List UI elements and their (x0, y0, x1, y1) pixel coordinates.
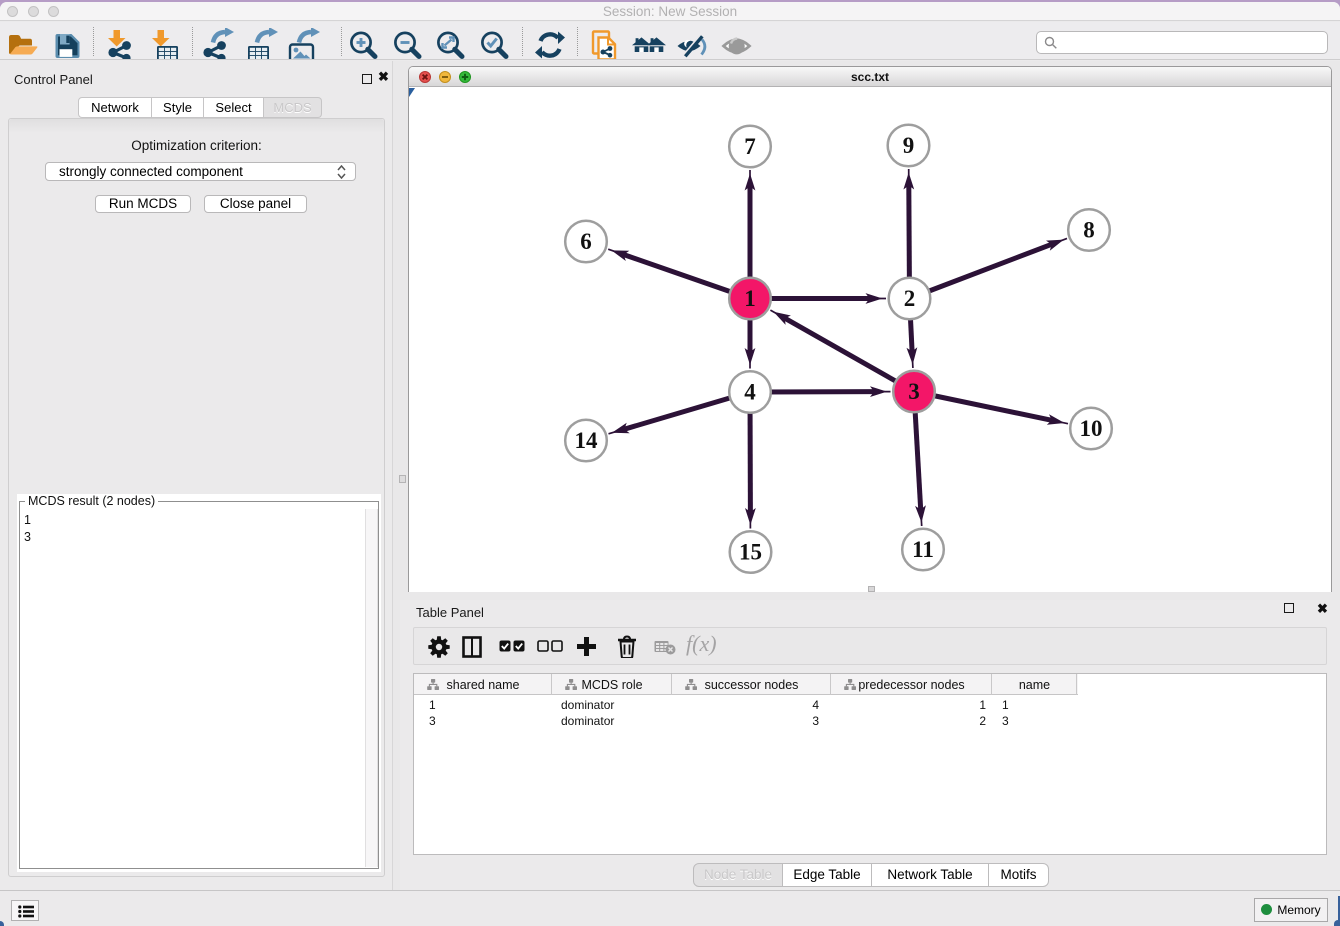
svg-text:4: 4 (744, 380, 756, 405)
svg-text:8: 8 (1083, 218, 1095, 243)
svg-text:9: 9 (903, 133, 915, 158)
svg-text:10: 10 (1080, 416, 1103, 441)
svg-text:1: 1 (744, 286, 756, 311)
svg-text:3: 3 (908, 379, 920, 404)
svg-text:2: 2 (904, 286, 916, 311)
svg-text:14: 14 (575, 428, 599, 453)
svg-text:15: 15 (739, 540, 762, 565)
svg-text:11: 11 (912, 537, 934, 562)
svg-text:7: 7 (744, 134, 756, 159)
svg-text:6: 6 (580, 229, 592, 254)
